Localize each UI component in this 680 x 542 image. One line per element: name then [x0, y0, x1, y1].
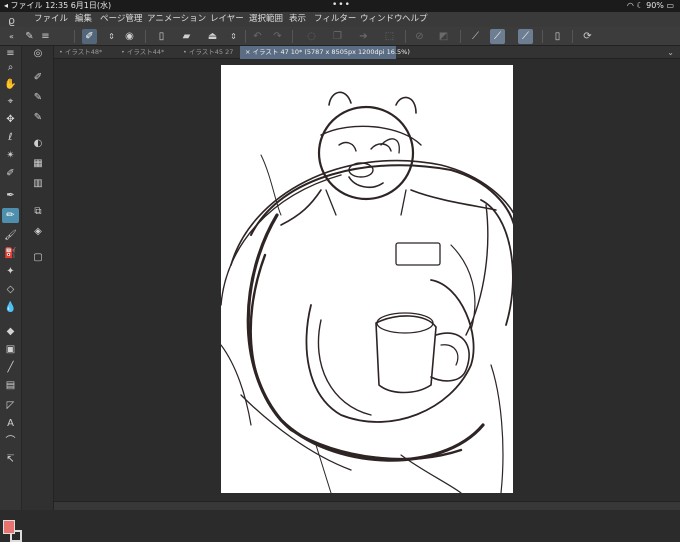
smartphone-icon[interactable]: ▯ [550, 29, 565, 44]
menu-help[interactable]: ヘルプ [402, 12, 428, 27]
lasso-tool-icon[interactable]: ℓ [2, 130, 19, 145]
color-set-icon[interactable]: ▥ [29, 176, 47, 191]
snap-special-ruler-icon[interactable]: ⟋ [490, 29, 505, 44]
gradient-tool-icon[interactable]: ▣ [2, 342, 19, 357]
menu-bar: ϱ ファイル 編集 ページ管理 アニメーション レイヤー 選択範囲 表示 フィル… [0, 12, 680, 27]
layer-icon[interactable]: ◈ [29, 224, 47, 239]
menu-layer[interactable]: レイヤー [210, 12, 244, 27]
menu-selection[interactable]: 選択範囲 [249, 12, 283, 27]
deselect-icon[interactable]: ⊘ [412, 29, 427, 44]
undo-icon[interactable]: ↶ [250, 29, 265, 44]
toggle-updown-icon[interactable]: ⇕ [104, 29, 119, 44]
status-right: ◠ ☾ 90% ▭ [627, 0, 674, 12]
navigator-icon[interactable]: ▢ [29, 250, 47, 265]
pen-pressure-icon[interactable]: ✎ [22, 29, 37, 44]
csp-logo-icon[interactable]: ϱ [8, 13, 15, 28]
zoom-tool-icon[interactable]: ⌕ [2, 60, 19, 75]
menu-window[interactable]: ウィンドウ [360, 12, 403, 27]
operation-tool-icon[interactable]: ⌖ [2, 94, 19, 109]
pen-tool-icon[interactable]: ✒ [2, 188, 19, 203]
sub-tool-icon[interactable]: ✐ [29, 70, 47, 85]
chevron-down-icon[interactable]: ⌄ [667, 46, 674, 59]
snap-grid-icon[interactable]: ⟋ [518, 29, 533, 44]
moon-icon: ☾ [636, 1, 644, 10]
color-wheel-icon[interactable]: ◐ [29, 136, 47, 151]
hand-tool-icon[interactable]: ✋ [2, 77, 19, 92]
snap-ruler-icon[interactable]: ⟋ [468, 29, 483, 44]
correct-line-tool-icon[interactable]: ↸ [2, 452, 19, 467]
eyedropper-tool-icon[interactable]: ✐ [2, 166, 19, 181]
ruler-tool-icon[interactable]: ◸ [2, 398, 19, 413]
wifi-icon: ◠ [626, 1, 634, 10]
brush-size-icon[interactable]: ✎ [29, 110, 47, 125]
quick-access-icon[interactable]: ✐ [82, 29, 97, 44]
text-tool-icon[interactable]: A [2, 416, 19, 431]
paste-icon[interactable]: ➔ [356, 29, 371, 44]
menu-page[interactable]: ページ管理 [100, 12, 142, 27]
expand-left-icon[interactable]: « [4, 29, 19, 44]
palette-bar: ◎ ✐ ✎ ✎ ◐ ▦ ▥ ⧉ ◈ ▢ [22, 46, 54, 510]
transform-icon[interactable]: ⬚ [382, 29, 397, 44]
decoration-tool-icon[interactable]: ✦ [2, 264, 19, 279]
blend-tool-icon[interactable]: 💧 [2, 300, 19, 315]
magic-wand-icon[interactable]: ✴ [2, 148, 19, 163]
open-folder-icon[interactable]: ▰ [179, 29, 194, 44]
brush-tool-icon[interactable]: 🖌 [2, 228, 19, 243]
menu-icon[interactable]: ≡ [38, 29, 53, 44]
tab-illust-47-active[interactable]: × イラスト 47 10* (5787 x 8505px 1200dpi 16.… [240, 46, 410, 59]
layer-property-icon[interactable]: ⧉ [29, 204, 47, 219]
copy-icon[interactable]: ❐ [330, 29, 345, 44]
ios-status-bar: ◂ ファイル 12:35 6月1日(水) ••• ◠ ☾ 90% ▭ [0, 0, 680, 12]
eraser-tool-icon[interactable]: ◇ [2, 282, 19, 297]
command-bar: « ✎ ≡ ✐ ⇕ ◉ ▯ ▰ ⏏ ⇕ ↶ ↷ ◌ ❐ ➔ ⬚ ⊘ ◩ ⟋ ⟋ … [0, 27, 680, 46]
tab-illust-48[interactable]: • イラスト48* [54, 46, 116, 59]
frame-tool-icon[interactable]: ▤ [2, 378, 19, 393]
redo-icon[interactable]: ↷ [270, 29, 285, 44]
battery-percent: 90% [646, 1, 664, 10]
save-options-icon[interactable]: ⇕ [226, 29, 241, 44]
invert-selection-icon[interactable]: ◩ [436, 29, 451, 44]
move-tool-icon[interactable]: ✥ [2, 112, 19, 127]
tab-illust-44[interactable]: • イラスト44* [116, 46, 178, 59]
bottom-bar [54, 501, 680, 510]
clear-icon[interactable]: ◌ [304, 29, 319, 44]
main-color-swatch[interactable] [3, 520, 15, 534]
new-file-icon[interactable]: ▯ [154, 29, 169, 44]
tab-illust-45[interactable]: • イラスト45 27 [178, 46, 240, 59]
multitask-dots[interactable]: ••• [332, 0, 351, 11]
status-left: ◂ ファイル 12:35 6月1日(水) [4, 1, 112, 10]
menu-animation[interactable]: アニメーション [147, 12, 206, 27]
pencil-tool-icon[interactable]: ✏ [2, 208, 19, 223]
search-palette-icon[interactable]: ◎ [29, 46, 47, 61]
view-icon[interactable]: ◉ [122, 29, 137, 44]
drawing-canvas[interactable] [221, 65, 513, 493]
sketch-artwork [221, 91, 513, 493]
fill-tool-icon[interactable]: ◆ [2, 324, 19, 339]
document-tabs: • イラスト48* • イラスト44* • イラスト45 27 × イラスト 4… [54, 46, 680, 59]
color-slider-icon[interactable]: ▦ [29, 156, 47, 171]
tool-property-icon[interactable]: ✎ [29, 90, 47, 105]
menu-filter[interactable]: フィルター [314, 12, 356, 27]
companion-icon[interactable]: ⟳ [580, 29, 595, 44]
save-icon[interactable]: ⏏ [205, 29, 220, 44]
menu-view[interactable]: 表示 [289, 12, 306, 27]
airbrush-tool-icon[interactable]: ⛽ [2, 246, 19, 261]
figure-tool-icon[interactable]: ╱ [2, 360, 19, 375]
balloon-tool-icon[interactable]: ⌒ [2, 434, 19, 449]
menu-edit[interactable]: 編集 [75, 12, 92, 27]
battery-icon: ▭ [666, 1, 674, 10]
tool-grip-icon[interactable]: ≡ [2, 46, 19, 61]
menu-file[interactable]: ファイル [34, 12, 68, 27]
tool-palette: ≡ ⌕ ✋ ⌖ ✥ ℓ ✴ ✐ ✒ ✏ 🖌 ⛽ ✦ ◇ 💧 ◆ ▣ ╱ ▤ ◸ … [0, 46, 22, 542]
